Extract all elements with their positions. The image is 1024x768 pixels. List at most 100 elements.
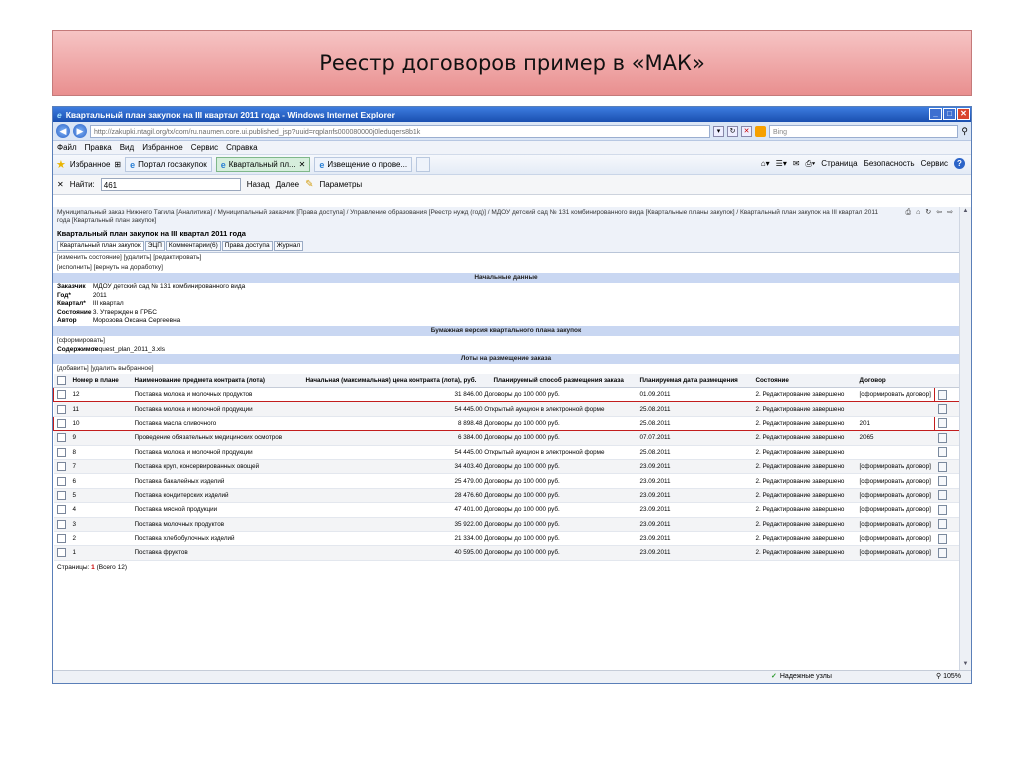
print-page-icon[interactable]: ⎙ bbox=[906, 209, 912, 217]
tab-quarterly-plan[interactable]: e Квартальный пл... ✕ bbox=[215, 157, 311, 172]
menu-favorites[interactable]: Избранное bbox=[142, 143, 183, 152]
subtab-signature[interactable]: ЭЦП bbox=[144, 241, 165, 251]
document-icon[interactable] bbox=[938, 418, 947, 429]
form-link[interactable]: [сформировать] bbox=[53, 336, 959, 346]
find-params-button[interactable]: Параметры bbox=[320, 180, 363, 189]
lots-actions[interactable]: [добавить] [удалить выбранное] bbox=[53, 364, 959, 374]
search-input[interactable]: Bing bbox=[769, 124, 959, 138]
col-name[interactable]: Наименование предмета контракта (лота) bbox=[131, 374, 303, 388]
row-checkbox[interactable] bbox=[56, 476, 66, 486]
cell-contract[interactable]: [сформировать договор] bbox=[856, 488, 935, 504]
document-icon[interactable] bbox=[937, 461, 947, 472]
cell-name[interactable]: Поставка молока и молочных продуктов bbox=[131, 386, 303, 403]
subtab-access[interactable]: Права доступа bbox=[221, 241, 273, 251]
col-price[interactable]: Начальная (максимальная) цена контракта … bbox=[302, 374, 491, 388]
find-forward-button[interactable]: Далее bbox=[276, 180, 299, 189]
menu-file[interactable]: Файл bbox=[57, 143, 77, 152]
actions-row-1[interactable]: [изменить состояние] [удалить] [редактир… bbox=[53, 253, 959, 263]
print-icon[interactable]: ⎙▾ bbox=[806, 159, 816, 169]
document-icon[interactable] bbox=[938, 389, 947, 400]
cell-name[interactable]: Поставка фруктов bbox=[131, 545, 303, 561]
cell-name[interactable]: Поставка хлебобулочных изделий bbox=[131, 531, 303, 547]
content-file-link[interactable]: request_plan_2011_3.xls bbox=[93, 346, 165, 353]
row-checkbox[interactable] bbox=[56, 505, 66, 515]
cell-contract[interactable]: 2065 bbox=[856, 430, 935, 446]
cell-contract[interactable]: [сформировать договор] bbox=[856, 459, 935, 475]
table-row[interactable]: 4 Поставка мясной продукции 47 401.00 Дого… bbox=[53, 502, 959, 518]
cell-name[interactable]: Поставка кондитерских изделий bbox=[131, 488, 303, 504]
cell-name[interactable]: Поставка мясной продукции bbox=[131, 502, 303, 518]
menu-view[interactable]: Вид bbox=[120, 143, 134, 152]
col-contract[interactable]: Договор bbox=[856, 374, 935, 388]
document-icon[interactable] bbox=[937, 404, 947, 415]
document-icon[interactable] bbox=[937, 476, 947, 487]
table-row[interactable]: 3 Поставка молочных продуктов 35 922.00 До… bbox=[53, 517, 959, 532]
forward-page-icon[interactable]: ⇨ bbox=[947, 209, 953, 217]
favorites-star-icon[interactable]: ★ bbox=[56, 158, 66, 171]
home-page-icon[interactable]: ⌂ bbox=[916, 209, 920, 217]
col-num[interactable]: Номер в плане bbox=[69, 374, 132, 388]
cell-name[interactable]: Поставка молочных продуктов bbox=[131, 517, 303, 532]
refresh-icon[interactable]: ↻ bbox=[727, 125, 738, 137]
tab-portal[interactable]: e Портал госзакупок bbox=[125, 157, 212, 172]
col-date[interactable]: Планируемая дата размещения bbox=[636, 374, 753, 388]
feeds-icon[interactable]: ☰▾ bbox=[776, 159, 787, 168]
row-checkbox[interactable] bbox=[56, 490, 66, 500]
row-checkbox[interactable] bbox=[56, 433, 66, 443]
cell-contract[interactable]: 201 bbox=[856, 415, 935, 432]
table-row[interactable]: 9 Проведение обязательных медицинских осм… bbox=[53, 430, 959, 446]
scroll-down-icon[interactable]: ▼ bbox=[961, 661, 970, 670]
table-row[interactable]: 10 Поставка масла сливочного 8 898.48 Дого… bbox=[53, 415, 959, 432]
row-checkbox[interactable] bbox=[56, 462, 66, 472]
quick-tabs-icon[interactable]: ⊞ bbox=[114, 160, 121, 169]
favorites-button[interactable]: Избранное bbox=[70, 160, 111, 169]
table-row[interactable]: 11 Поставка молока и молочной продукции 54… bbox=[53, 401, 959, 417]
row-checkbox[interactable] bbox=[56, 519, 66, 529]
document-icon[interactable] bbox=[937, 519, 947, 530]
table-row[interactable]: 8 Поставка молока и молочной продукции 54 … bbox=[53, 445, 959, 460]
search-icon[interactable]: ⚲ bbox=[961, 126, 968, 137]
row-checkbox[interactable] bbox=[56, 404, 66, 414]
document-icon[interactable] bbox=[937, 490, 947, 501]
mail-icon[interactable]: ✉ bbox=[793, 159, 800, 168]
subtab-journal[interactable]: Журнал bbox=[273, 241, 304, 251]
help-icon[interactable]: ? bbox=[954, 158, 965, 169]
cell-name[interactable]: Поставка молока и молочной продукции bbox=[131, 445, 303, 460]
page-menu[interactable]: Страница bbox=[821, 159, 857, 168]
breadcrumb-text[interactable]: Муниципальный заказ Нижнего Тагила [Анал… bbox=[57, 209, 878, 224]
find-close-icon[interactable]: ✕ bbox=[57, 180, 64, 189]
row-checkbox[interactable] bbox=[56, 447, 66, 457]
document-icon[interactable] bbox=[937, 533, 947, 544]
cell-name[interactable]: Поставка бакалейных изделий bbox=[131, 473, 303, 489]
table-row[interactable]: 2 Поставка хлебобулочных изделий 21 334.00… bbox=[53, 531, 959, 547]
back-button[interactable]: ◀ bbox=[56, 124, 70, 138]
actions-row-2[interactable]: [исполнить] [вернуть на доработку] bbox=[53, 263, 959, 273]
cell-contract[interactable]: [сформировать договор] bbox=[856, 545, 935, 561]
table-row[interactable]: 5 Поставка кондитерских изделий 28 476.60 … bbox=[53, 488, 959, 504]
subtab-plan[interactable]: Квартальный план закупок bbox=[57, 241, 144, 251]
menu-edit[interactable]: Правка bbox=[85, 143, 112, 152]
menu-tools[interactable]: Сервис bbox=[191, 143, 218, 152]
cell-contract[interactable]: [сформировать договор] bbox=[856, 517, 935, 532]
col-state[interactable]: Состояние bbox=[752, 374, 857, 388]
cell-name[interactable]: Поставка молока и молочной продукции bbox=[131, 401, 303, 417]
cell-name[interactable]: Поставка масла сливочного bbox=[131, 415, 303, 432]
document-icon[interactable] bbox=[937, 504, 947, 515]
new-tab-button[interactable] bbox=[416, 157, 431, 172]
close-window-button[interactable]: ✕ bbox=[957, 108, 970, 120]
home-icon[interactable]: ⌂▾ bbox=[761, 159, 770, 168]
cell-contract[interactable]: [сформировать договор] bbox=[856, 386, 935, 403]
highlight-icon[interactable]: ✎ bbox=[305, 179, 313, 190]
address-input[interactable]: http://zakupki.ntagil.org/tx/com/ru.naum… bbox=[90, 124, 710, 138]
row-checkbox[interactable] bbox=[56, 534, 66, 544]
scroll-up-icon[interactable]: ▲ bbox=[961, 208, 970, 217]
document-icon[interactable] bbox=[937, 432, 947, 443]
table-row[interactable]: 1 Поставка фруктов 40 595.00 Договоры до 1… bbox=[53, 545, 959, 561]
col-method[interactable]: Планируемый способ размещения заказа bbox=[490, 374, 637, 388]
cell-contract[interactable]: [сформировать договор] bbox=[856, 531, 935, 547]
subtab-comments[interactable]: Комментарии(6) bbox=[165, 241, 221, 251]
document-icon[interactable] bbox=[937, 547, 947, 558]
find-back-button[interactable]: Назад bbox=[247, 180, 270, 189]
maximize-button[interactable]: □ bbox=[943, 108, 956, 120]
tab-notice[interactable]: e Извещение о прове... bbox=[314, 157, 413, 172]
